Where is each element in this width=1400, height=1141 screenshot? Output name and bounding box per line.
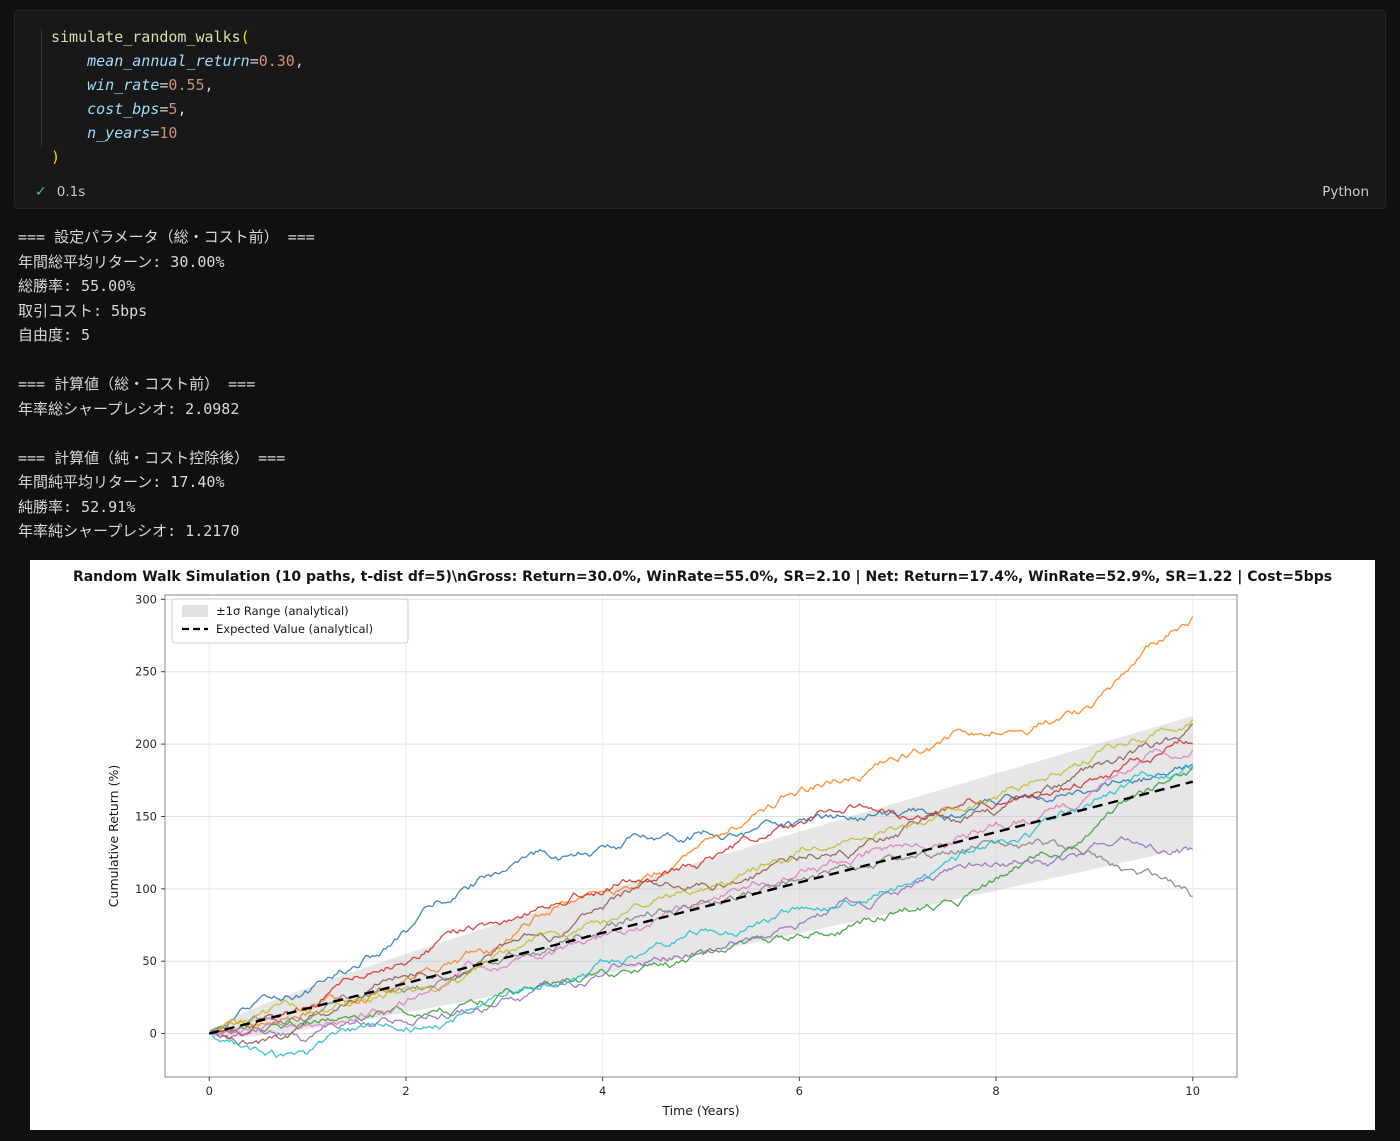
y-tick-label: 0 <box>150 1026 157 1040</box>
output-line: === 計算値（純・コスト控除後） === <box>18 448 286 467</box>
y-tick-label: 50 <box>142 954 157 968</box>
y-axis-label: Cumulative Return (%) <box>106 764 121 906</box>
cell-statusbar: ✓ 0.1s Python <box>15 179 1385 208</box>
code-token: win_rate <box>87 76 160 94</box>
cell-output: === 設定パラメータ（総・コスト前） === 年間総平均リターン: 30.00%… <box>18 225 1400 544</box>
x-tick-label: 4 <box>599 1084 606 1098</box>
output-line: 純勝率: 52.91% <box>18 497 136 516</box>
code-token: simulate_random_walks <box>51 28 241 46</box>
output-line: 自由度: 5 <box>18 326 91 344</box>
y-tick-label: 150 <box>135 809 157 823</box>
x-tick-label: 6 <box>796 1084 803 1098</box>
code-line: n_years=10 <box>51 121 1385 145</box>
execution-time: 0.1s <box>56 184 86 200</box>
code-token: mean_annual_return <box>87 52 250 70</box>
code-token: ( <box>240 28 250 46</box>
kernel-language-label[interactable]: Python <box>1322 184 1369 200</box>
output-line: 取引コスト: 5bps <box>18 301 148 320</box>
output-line: 総勝率: 55.00% <box>18 277 136 295</box>
code-token: cost_bps <box>87 100 160 118</box>
execution-success-icon: ✓ <box>35 184 47 200</box>
code-token: , <box>177 100 187 118</box>
code-line: mean_annual_return=0.30, <box>51 49 1385 73</box>
code-token: n_years <box>87 124 151 142</box>
output-line: 年間総平均リターン: 30.00% <box>18 252 225 271</box>
indent-guide <box>41 29 42 147</box>
output-line: 年率純シャープレシオ: 1.2170 <box>18 522 240 540</box>
notebook-cell: simulate_random_walks( mean_annual_retur… <box>14 10 1386 209</box>
code-line: cost_bps=5, <box>51 97 1385 121</box>
code-token: , <box>204 76 214 94</box>
output-line: === 計算値（総・コスト前） === <box>18 375 256 393</box>
y-tick-label: 100 <box>135 881 157 895</box>
y-tick-label: 200 <box>135 737 157 751</box>
x-axis-label: Time (Years) <box>661 1103 739 1118</box>
output-line: 年間純平均リターン: 17.40% <box>18 473 225 491</box>
output-line: === 設定パラメータ（総・コスト前） === <box>18 228 315 246</box>
code-editor[interactable]: simulate_random_walks( mean_annual_retur… <box>15 11 1385 179</box>
code-token: ) <box>51 148 61 166</box>
chart-title: Random Walk Simulation (10 paths, t-dist… <box>72 568 1333 585</box>
code-token: 0.55 <box>168 76 205 94</box>
y-tick-label: 250 <box>135 664 157 678</box>
y-tick-label: 300 <box>135 592 157 606</box>
x-tick-label: 2 <box>402 1084 409 1098</box>
x-tick-label: 10 <box>1185 1084 1200 1098</box>
x-tick-label: 0 <box>206 1084 213 1098</box>
x-tick-label: 8 <box>992 1084 999 1098</box>
legend-patch-sigma <box>182 604 208 617</box>
legend-label-sigma: ±1σ Range (analytical) <box>216 604 349 618</box>
output-line: 年率総シャープレシオ: 2.0982 <box>18 399 240 418</box>
code-token: = <box>249 52 259 70</box>
code-token: 0.30 <box>258 52 295 70</box>
chart-figure: Random Walk Simulation (10 paths, t-dist… <box>30 559 1375 1130</box>
code-line: simulate_random_walks( <box>51 25 1385 49</box>
code-line: win_rate=0.55, <box>51 73 1385 97</box>
code-token: , <box>294 52 304 70</box>
code-token: 10 <box>159 124 178 142</box>
chart-canvas: 0 2 4 6 8 10050100150200250300Time (Years)Cum… <box>106 592 1238 1118</box>
legend-label-expected: Expected Value (analytical) <box>216 622 373 636</box>
code-line: ) <box>51 145 1385 169</box>
